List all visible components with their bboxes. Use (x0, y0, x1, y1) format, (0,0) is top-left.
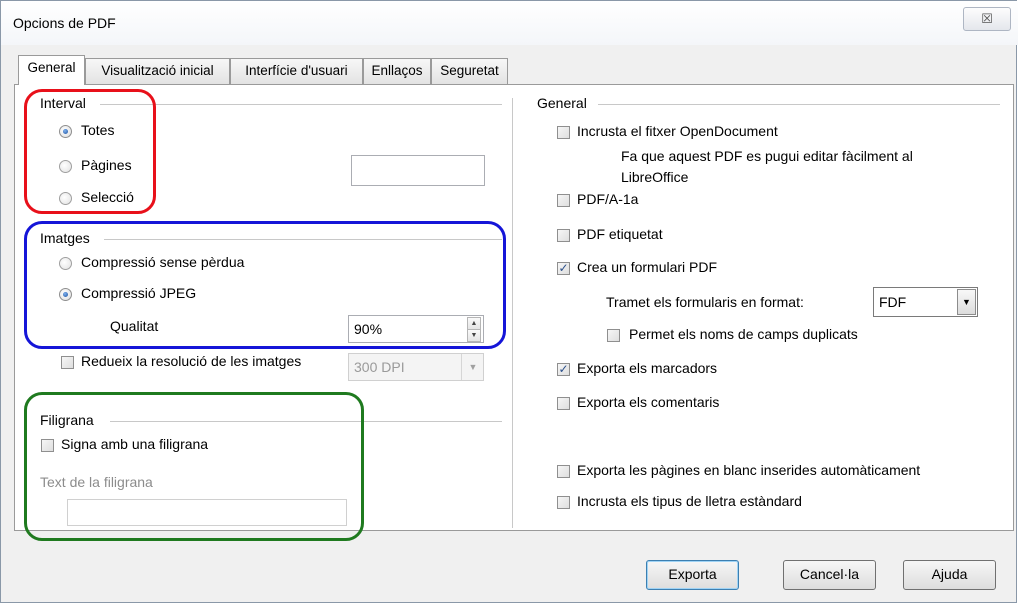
pages-range-input[interactable] (351, 155, 485, 186)
label-embed-standard-fonts: Incrusta els tipus de lletra estàndard (577, 493, 802, 509)
checkbox-reduce-resolution[interactable] (61, 356, 74, 369)
highlight-interval (24, 89, 156, 214)
dialog-title: Opcions de PDF (13, 15, 116, 31)
checkbox-export-blank-pages[interactable] (557, 465, 570, 478)
close-icon: ☒ (981, 11, 993, 26)
general-separator (598, 104, 1000, 105)
label-pdfa: PDF/A-1a (577, 191, 639, 207)
label-create-form: Crea un formulari PDF (577, 259, 718, 275)
tab-security[interactable]: Seguretat (431, 58, 508, 84)
checkbox-embed-opendocument[interactable] (557, 126, 570, 139)
checkbox-export-comments[interactable] (557, 397, 570, 410)
label-submit-format: Tramet els formularis en format: (606, 294, 804, 310)
checkbox-create-form[interactable]: ✓ (557, 262, 570, 275)
tab-general[interactable]: General (18, 55, 85, 85)
help-button[interactable]: Ajuda (903, 560, 996, 590)
embed-description-line-1: Fa que aquest PDF es pugui editar fàcilm… (621, 148, 913, 164)
submit-format-value: FDF (879, 294, 907, 310)
checkbox-duplicate-field-names[interactable] (607, 329, 620, 342)
label-duplicate-field-names: Permet els noms de camps duplicats (629, 326, 858, 342)
column-divider (512, 98, 513, 528)
cancel-button[interactable]: Cancel·la (783, 560, 876, 590)
label-tagged-pdf: PDF etiquetat (577, 226, 663, 242)
checkbox-tagged-pdf[interactable] (557, 229, 570, 242)
dpi-value: 300 DPI (354, 359, 405, 375)
highlight-images (24, 221, 506, 349)
close-button[interactable]: ☒ (963, 7, 1011, 31)
interval-separator (100, 104, 502, 105)
checkbox-embed-standard-fonts[interactable] (557, 496, 570, 509)
submit-format-dropdown-arrow-icon[interactable]: ▼ (957, 289, 976, 315)
label-export-bookmarks: Exporta els marcadors (577, 360, 718, 376)
checkbox-pdfa[interactable] (557, 194, 570, 207)
checkbox-export-bookmarks[interactable]: ✓ (557, 363, 570, 376)
label-export-blank-pages: Exporta les pàgines en blanc inserides a… (577, 462, 921, 478)
general-title: General (537, 95, 587, 111)
highlight-watermark (24, 392, 364, 541)
label-embed-opendocument: Incrusta el fitxer OpenDocument (577, 123, 778, 139)
embed-description-line-2: LibreOffice (621, 169, 689, 185)
tab-links[interactable]: Enllaços (363, 58, 431, 84)
label-reduce-resolution: Redueix la resolució de les imatges (81, 353, 302, 369)
export-button[interactable]: Exporta (646, 560, 739, 590)
title-bar: Opcions de PDF ☒ (1, 1, 1018, 45)
label-export-comments: Exporta els comentaris (577, 394, 720, 410)
dpi-dropdown-arrow-icon[interactable]: ▼ (461, 354, 484, 380)
tab-initial-view[interactable]: Visualització inicial (85, 58, 230, 84)
tab-user-interface[interactable]: Interfície d'usuari (230, 58, 363, 84)
